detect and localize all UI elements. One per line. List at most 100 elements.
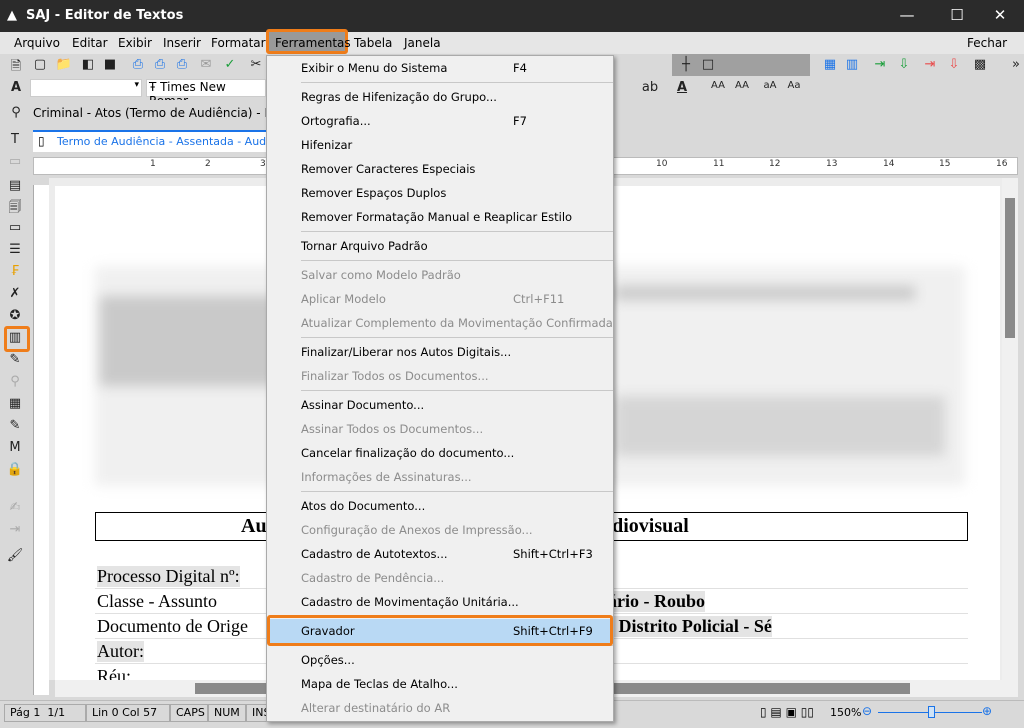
open-template-icon[interactable]: ◧ [78,57,98,72]
menu-item-tornar-arquivo-padrao[interactable]: Tornar Arquivo Padrão [267,234,613,258]
maximize-button[interactable]: ☐ [942,6,972,24]
zoom-out-button[interactable]: ⊖ [862,704,872,718]
menu-item-cadastro-de-movimentacao-unitaria[interactable]: Cadastro de Movimentação Unitária... [267,590,613,614]
outer-border-icon[interactable]: □ [698,57,718,72]
menu-item-assinar-documento[interactable]: Assinar Documento... [267,393,613,417]
menu-item-label: Assinar Todos os Documentos... [301,422,484,436]
print-view-icon[interactable]: ⎙ [172,57,192,72]
award-icon[interactable]: ✪ [5,308,25,323]
style-select[interactable]: ▾ [30,79,142,97]
vertical-ruler[interactable] [33,185,49,695]
open-folder-icon[interactable]: 📁 [54,57,74,72]
calendar-icon[interactable]: ▦ [5,396,25,411]
menu-tabela[interactable]: Tabela [354,36,392,50]
document-x-icon[interactable]: ✗ [5,286,25,301]
highlight-icon[interactable]: ab [640,80,660,95]
row-label: Documento de Orige [97,616,248,636]
text-cursor-icon[interactable]: T [5,132,25,147]
field-icon[interactable]: ▭ [5,154,25,169]
menu-item-label: Cadastro de Movimentação Unitária... [301,595,519,609]
save-icon[interactable]: ■ [100,57,120,72]
menu-ferramentas[interactable]: Ferramentas [266,29,351,54]
print-icon[interactable]: ⎙ [128,57,148,72]
table-column-icon[interactable]: ▥ [842,57,862,72]
menu-item-alterar-destinatario-do-ar: Alterar destinatário do AR [267,696,613,720]
signature-icon[interactable]: ✍ [5,500,25,515]
menu-exibir[interactable]: Exibir [118,36,152,50]
menu-editar[interactable]: Editar [72,36,108,50]
menu-item-cancelar-finalizacao-do-documento[interactable]: Cancelar finalização do documento... [267,441,613,465]
menu-item-shortcut: F4 [513,61,527,75]
email-icon[interactable]: ✉ [196,57,216,72]
highlight-box [4,326,30,352]
lowercase-icon[interactable]: aA [760,80,780,91]
table-row-icon[interactable]: ▦ [820,57,840,72]
blank-page-icon[interactable]: ▢ [30,57,50,72]
zoom-in-button[interactable]: ⊕ [982,704,992,718]
document-m-icon[interactable]: M [5,440,25,455]
menu-item-hifenizar[interactable]: Hifenizar [267,133,613,157]
menu-item-remover-formatacao-manual-e-reaplicar-estilo[interactable]: Remover Formatação Manual e Reaplicar Es… [267,205,613,229]
minimize-button[interactable]: — [892,6,922,24]
menu-item-configuracao-de-anexos-de-impressao: Configuração de Anexos de Impressão... [267,518,613,542]
window-title: SAJ - Editor de Textos [26,8,184,23]
ruler-label: 3 [260,159,266,169]
uppercase-icon[interactable]: Aa [784,80,804,91]
shrink-font-icon[interactable]: AA [732,80,752,91]
comment-icon[interactable]: ▭ [5,220,25,235]
menu-item-label: Remover Caracteres Especiais [301,162,476,176]
menu-arquivo[interactable]: Arquivo [14,36,60,50]
menu-item-finalizar-liberar-nos-autos-digitais[interactable]: Finalizar/Liberar nos Autos Digitais... [267,340,613,364]
menu-item-label: Remover Espaços Duplos [301,186,447,200]
document-tab[interactable]: ▯ Termo de Audiência - Assentada - Audio… [33,130,282,152]
insert-column-icon[interactable]: ⇩ [894,57,914,72]
cursor-position: Lin 0 Col 57 [86,704,170,722]
row-value: º Distrito Policial - Sé [608,616,772,637]
font-select[interactable]: Ŧ Times New Romar [146,79,266,108]
insert-row-icon[interactable]: ⇥ [870,57,890,72]
menu-item-remover-espacos-duplos[interactable]: Remover Espaços Duplos [267,181,613,205]
finance-icon[interactable]: ₣ [5,264,25,279]
delete-column-icon[interactable]: ⇩ [944,57,964,72]
toolbar-overflow-icon[interactable]: » [1006,57,1024,72]
menu-item-exibir-o-menu-do-sistema[interactable]: Exibir o Menu do Sistema F4 [267,56,613,80]
search-disabled-icon[interactable]: ⚲ [5,374,25,389]
export-icon[interactable]: ⇥ [5,522,25,537]
inner-border-icon[interactable]: ┼ [676,57,696,72]
page-view-icon[interactable]: ▯ ▤ ▣ ▯▯ [760,705,814,719]
spellcheck-icon[interactable]: ✓ [220,57,240,72]
grow-font-icon[interactable]: AA [708,80,728,91]
delete-row-icon[interactable]: ⇥ [920,57,940,72]
scroll-thumb[interactable] [1005,198,1015,338]
zoom-slider-thumb[interactable] [928,706,935,718]
menu-item-ortografia[interactable]: Ortografia... F7 [267,109,613,133]
menu-inserir[interactable]: Inserir [163,36,201,50]
paint-format-icon[interactable]: 🖌 [5,548,25,563]
eraser-icon[interactable]: ✎ [5,352,25,367]
menu-item-atos-do-documento[interactable]: Atos do Documento... [267,494,613,518]
fechar-button[interactable]: Fechar [967,36,1007,50]
new-document-icon[interactable]: 🗎 [6,57,26,79]
menu-item-label: Informações de Assinaturas... [301,470,472,484]
menu-item-remover-caracteres-especiais[interactable]: Remover Caracteres Especiais [267,157,613,181]
list-icon[interactable]: ☰ [5,242,25,257]
lock-icon[interactable]: 🔒 [5,462,25,477]
menu-item-regras-de-hifenizacao-do-grupo[interactable]: Regras de Hifenização do Grupo... [267,85,613,109]
menu-item-mapa-de-teclas-de-atalho[interactable]: Mapa de Teclas de Atalho... [267,672,613,696]
table-grid-icon[interactable]: ▩ [970,57,990,72]
caps-indicator: CAPS [170,704,208,722]
document-search-icon[interactable]: 🗐 [5,198,25,220]
font-color-icon[interactable]: A [672,80,692,95]
menu-janela[interactable]: Janela [404,36,441,50]
cut-icon[interactable]: ✂ [246,57,266,72]
menu-item-opcoes[interactable]: Opções... [267,648,613,672]
menu-item-shortcut: F7 [513,114,527,128]
edit-icon[interactable]: ✎ [5,418,25,433]
menu-formatar[interactable]: Formatar [211,36,266,50]
vertical-scrollbar[interactable] [1002,178,1018,680]
form-icon[interactable]: ▤ [5,178,25,193]
print-preview-icon[interactable]: ⎙ [150,57,170,72]
close-button[interactable]: ✕ [985,6,1015,24]
menu-item-cadastro-de-autotextos[interactable]: Cadastro de Autotextos... Shift+Ctrl+F3 [267,542,613,566]
ruler-label: 12 [769,159,781,169]
